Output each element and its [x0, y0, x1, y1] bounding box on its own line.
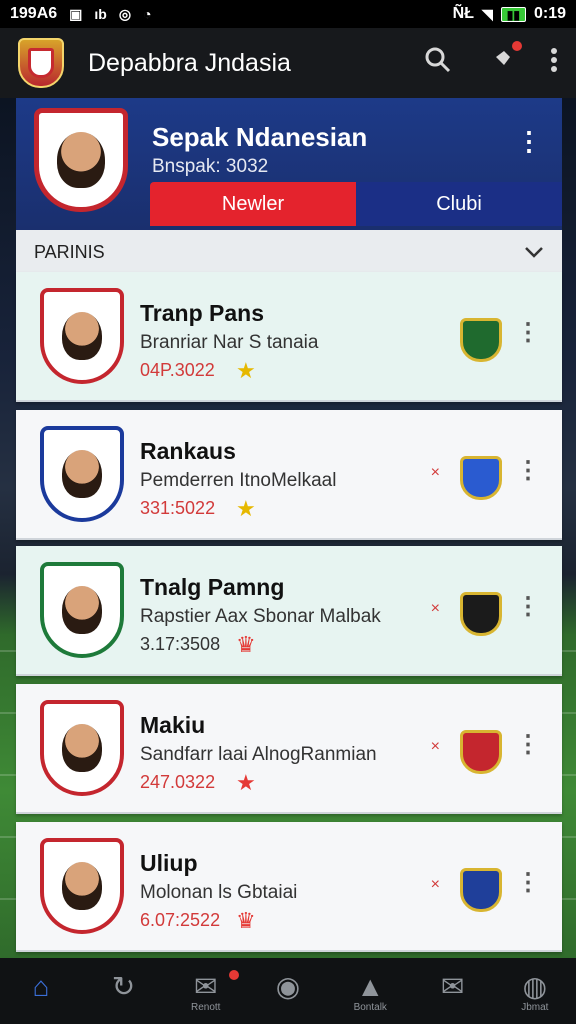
- nav-icon: ◉: [275, 971, 301, 1002]
- nav-item-4[interactable]: ▲ Bontalk: [329, 958, 411, 1014]
- clock-icon: ◔: [143, 6, 152, 22]
- nav-icon: ⌂: [32, 971, 50, 1002]
- status-time-left: 199A6: [10, 5, 58, 22]
- player-crest: [40, 562, 124, 658]
- player-meta: 331:5022: [140, 498, 216, 518]
- battery-icon: ▮▮: [500, 6, 526, 22]
- target-icon: ◎: [118, 5, 132, 22]
- player-photo: [62, 586, 102, 634]
- club-badge-icon: [460, 592, 502, 636]
- remove-icon[interactable]: ×: [431, 738, 440, 756]
- nav-icon: ▲: [356, 971, 385, 1002]
- club-badge-icon: [460, 730, 502, 774]
- player-name: Rankaus: [140, 438, 236, 464]
- player-photo: [62, 450, 102, 498]
- nav-item-3[interactable]: ◉: [247, 958, 329, 1002]
- nav-item-0[interactable]: ⌂: [0, 958, 82, 1002]
- nav-icon: ↻: [111, 971, 136, 1002]
- club-badge-icon: [460, 318, 502, 362]
- signal-notification-icon: ıb: [94, 6, 107, 22]
- nav-item-6[interactable]: ◍ Jbmat: [494, 958, 576, 1014]
- player-meta: 04P.3022: [140, 360, 215, 380]
- tab-clubi[interactable]: Clubi: [356, 182, 562, 226]
- player-name: Tnalg Pamng: [140, 574, 285, 600]
- rating-badge-icon: ★: [236, 358, 256, 383]
- player-description: Rapstier Aax Sbonar Malbak: [140, 606, 381, 627]
- nav-icon: ✉: [440, 971, 465, 1002]
- player-crest: [40, 426, 124, 522]
- profile-subtitle: Bnspak: 3032: [152, 156, 269, 177]
- remove-icon[interactable]: ×: [431, 464, 440, 482]
- nav-item-5[interactable]: ✉: [411, 958, 493, 1002]
- nav-label: Jbmat: [521, 1002, 549, 1013]
- player-card[interactable]: Tranp Pans Branriar Nar S tanaia 04P.3022 ★…: [16, 272, 562, 402]
- status-time-right: 0:19: [533, 5, 566, 22]
- player-name: Makiu: [140, 712, 206, 738]
- remove-icon[interactable]: ×: [431, 876, 440, 894]
- signal-icon: ÑŁ: [452, 5, 474, 22]
- player-card[interactable]: Makiu Sandfarr laai AlnogRanmian 247.0322 ★…: [16, 684, 562, 814]
- player-name: Tranp Pans: [140, 300, 264, 326]
- player-photo: [62, 312, 102, 360]
- profile-avatar[interactable]: [34, 108, 128, 212]
- card-more-icon[interactable]: ⋮: [516, 868, 540, 897]
- player-photo: [62, 862, 102, 910]
- nav-item-1[interactable]: ↻: [82, 958, 164, 1002]
- bottom-nav: ⌂ ↻ ✉ Renott ◉ ▲ Bontalk ✉ ◍ Jbmat: [0, 958, 576, 1024]
- nav-icon: ◍: [522, 971, 548, 1002]
- remove-icon[interactable]: ×: [431, 600, 440, 618]
- player-card[interactable]: Uliup Molonan ls Gbtaiai 6.07:2522 ♛ × ⋮: [16, 822, 562, 952]
- rating-badge-icon: ♛: [236, 908, 256, 933]
- card-more-icon[interactable]: ⋮: [516, 592, 540, 621]
- card-more-icon[interactable]: ⋮: [516, 456, 540, 485]
- section-title: PARINIS: [34, 241, 105, 262]
- nav-item-2[interactable]: ✉ Renott: [165, 958, 247, 1013]
- rating-badge-icon: ★: [236, 496, 256, 521]
- notification-icon: ▣: [69, 5, 83, 22]
- section-header[interactable]: PARINIS: [16, 230, 562, 274]
- player-meta: 3.17:3508: [140, 634, 221, 654]
- player-description: Branriar Nar S tanaia: [140, 332, 319, 353]
- app-bar: Depabbra Jndasia: [0, 28, 576, 98]
- search-icon[interactable]: [424, 46, 452, 81]
- rating-badge-icon: ★: [236, 770, 256, 795]
- club-badge-icon: [460, 456, 502, 500]
- player-crest: [40, 700, 124, 796]
- card-more-icon[interactable]: ⋮: [516, 730, 540, 759]
- app-logo: [18, 38, 64, 88]
- profile-name: Sepak Ndanesian: [152, 122, 368, 152]
- more-vert-icon[interactable]: [550, 47, 558, 80]
- player-crest: [40, 288, 124, 384]
- player-description: Sandfarr laai AlnogRanmian: [140, 744, 377, 765]
- notification-dot: [512, 40, 522, 51]
- player-meta: 247.0322: [140, 772, 216, 792]
- profile-header: Sepak Ndanesian Bnspak: 3032 ⋮ Newler Cl…: [16, 98, 562, 230]
- app-title: Depabbra Jndasia: [88, 48, 291, 77]
- pin-icon[interactable]: [486, 40, 522, 82]
- nav-label: Bontalk: [353, 1002, 387, 1013]
- player-meta: 6.07:2522: [140, 910, 221, 930]
- card-more-icon[interactable]: ⋮: [516, 318, 540, 347]
- profile-more-icon[interactable]: ⋮: [516, 126, 542, 157]
- club-badge-icon: [460, 868, 502, 912]
- notification-dot: [228, 970, 239, 980]
- player-name: Uliup: [140, 850, 198, 876]
- chevron-down-icon[interactable]: [524, 241, 544, 264]
- player-card[interactable]: Tnalg Pamng Rapstier Aax Sbonar Malbak 3.1…: [16, 546, 562, 676]
- player-photo: [62, 724, 102, 772]
- rating-badge-icon: ♛: [236, 632, 256, 657]
- player-description: Molonan ls Gbtaiai: [140, 882, 298, 903]
- nav-label: Renott: [190, 1002, 221, 1013]
- status-bar: 199A6 ▣ ıb ◎ ◔ ÑŁ ◥ ▮▮ 0:19: [0, 0, 576, 28]
- player-card[interactable]: Rankaus Pemderren ItnoMelkaal 331:5022 ★ × ⋮: [16, 410, 562, 540]
- tab-bar: Newler Clubi: [150, 182, 562, 226]
- player-description: Pemderren ItnoMelkaal: [140, 470, 337, 491]
- player-crest: [40, 838, 124, 934]
- tab-newler[interactable]: Newler: [150, 182, 356, 226]
- wifi-icon: ◥: [481, 5, 493, 22]
- nav-icon: ✉: [193, 971, 218, 1002]
